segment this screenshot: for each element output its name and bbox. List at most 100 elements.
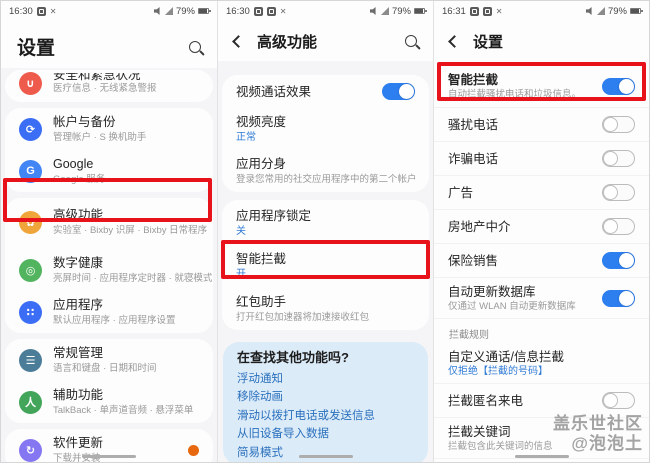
row-subtitle: 拦截包含此关键词的信息 — [448, 441, 553, 452]
insurance-sales-toggle[interactable] — [602, 252, 635, 269]
setting-row-smart-block-master[interactable]: 智能拦截 自动拦截骚扰电话和垃圾信息。 — [434, 65, 649, 108]
card-video-group: 视频通话效果 视频亮度 正常 应用分身 登录您常用的社交应用程序中的第二个帐户 — [222, 75, 429, 192]
signal-icon — [596, 7, 605, 15]
setting-row-block-keywords[interactable]: 拦截关键词 拦截包含此关键词的信息 — [434, 418, 649, 459]
setting-row-ads[interactable]: 广告 — [434, 176, 649, 210]
item-title: 高级功能 — [53, 208, 104, 222]
ads-toggle[interactable] — [602, 184, 635, 201]
link-remove-animations[interactable]: 移除动画 — [237, 391, 414, 403]
settings-item-digital-wellbeing[interactable]: ◎ 数字健康 亮屏时间 · 应用程序定时器 · 就寝模式 — [5, 246, 213, 291]
google-icon: G — [19, 159, 42, 183]
real-estate-toggle[interactable] — [602, 218, 635, 235]
row-title: 智能拦截 — [236, 252, 287, 266]
update-badge — [188, 444, 199, 456]
row-value: 关 — [236, 226, 246, 237]
setting-row-block-anonymous[interactable]: 拦截匿名来电 — [434, 384, 649, 418]
row-subtitle: 自动拦截骚扰电话和垃圾信息。 — [448, 89, 582, 100]
status-bar: 16:30 ✕ 79% — [218, 1, 433, 21]
settings-item-advanced-features[interactable]: ✿ 高级功能 实验室 · Bixby 识屏 · Bixby 日常程序 — [5, 198, 213, 246]
data-saver-icon: ✕ — [49, 6, 57, 16]
advanced-features-icon: ✿ — [19, 210, 42, 234]
back-icon[interactable] — [232, 34, 245, 48]
setting-row-app-lock[interactable]: 应用程序锁定 关 — [222, 200, 429, 244]
accounts-backup-icon: ⟳ — [19, 117, 42, 141]
item-title: 安全和紧急状况 — [53, 72, 141, 81]
item-title: 数字健康 — [53, 256, 104, 270]
mute-icon — [153, 7, 160, 15]
home-indicator[interactable] — [82, 455, 136, 458]
home-indicator[interactable] — [298, 455, 353, 458]
page-header: 设置 — [1, 21, 217, 68]
row-title: 保险销售 — [448, 253, 499, 268]
fraud-calls-toggle[interactable] — [602, 150, 635, 167]
setting-row-block-schedule[interactable]: 指定拦截时段 — [434, 459, 649, 462]
suggestions-title: 在查找其他功能吗? — [237, 350, 349, 365]
link-floating-notifications[interactable]: 浮动通知 — [237, 373, 414, 385]
setting-row-video-brightness[interactable]: 视频亮度 正常 — [222, 108, 429, 150]
status-time: 16:31 — [442, 5, 466, 17]
apps-icon: ∷ — [19, 300, 42, 324]
signal-icon — [164, 7, 173, 15]
card-safety: ∪ 安全和紧急状况 医疗信息 · 无线紧急警报 — [5, 70, 213, 102]
video-call-effects-toggle[interactable] — [382, 83, 415, 100]
item-title: 辅助功能 — [53, 388, 104, 402]
status-time: 16:30 — [226, 5, 250, 17]
item-subtitle: 管理帐户 · S 换机助手 — [53, 132, 147, 143]
row-title: 房地产中介 — [448, 219, 511, 234]
item-subtitle: 医疗信息 · 无线紧急警报 — [53, 82, 157, 94]
row-value: 仅拒绝【拦截的号码】 — [448, 366, 548, 377]
home-indicator[interactable] — [514, 455, 569, 458]
panel-advanced-features: 16:30 ✕ 79% 高级功能 视频通话效果 视频亮度 正常 应用分身 登录您… — [217, 1, 433, 462]
search-icon[interactable] — [405, 35, 417, 47]
notification-app-icon — [266, 6, 276, 16]
block-anonymous-toggle[interactable] — [602, 392, 635, 409]
setting-row-custom-block[interactable]: 自定义通话/信息拦截 仅拒绝【拦截的号码】 — [434, 344, 649, 384]
screenshot-icon — [469, 6, 479, 16]
setting-row-real-estate[interactable]: 房地产中介 — [434, 210, 649, 244]
digital-wellbeing-icon: ◎ — [19, 258, 42, 282]
item-subtitle: 语言和键盘 · 日期和时间 — [53, 363, 157, 374]
row-subtitle: 登录您常用的社交应用程序中的第二个帐户 — [236, 174, 417, 185]
item-title: 常规管理 — [53, 346, 104, 360]
link-swipe-to-call[interactable]: 滑动以拨打电话或发送信息 — [237, 410, 414, 422]
card-general-group: ☰ 常规管理 语言和键盘 · 日期和时间 人 辅助功能 TalkBack · 单… — [5, 339, 213, 423]
item-subtitle: Google 服务 — [53, 174, 106, 185]
setting-row-insurance-sales[interactable]: 保险销售 — [434, 244, 649, 278]
setting-row-red-packet-helper[interactable]: 红包助手 打开红包加速器将加速接收红包 — [222, 288, 429, 330]
smart-block-toggle[interactable] — [602, 78, 635, 95]
link-import-old-device[interactable]: 从旧设备导入数据 — [237, 428, 414, 440]
settings-item-general-management[interactable]: ☰ 常规管理 语言和键盘 · 日期和时间 — [5, 339, 213, 381]
mute-icon — [585, 7, 592, 15]
settings-item-accounts-backup[interactable]: ⟳ 帐户与备份 管理帐户 · S 换机助手 — [5, 108, 213, 150]
battery-icon — [198, 8, 211, 14]
status-bar: 16:30 ✕ 79% — [1, 1, 217, 21]
settings-item-google[interactable]: G Google Google 服务 — [5, 150, 213, 192]
search-icon[interactable] — [189, 40, 201, 53]
page-title: 设置 — [17, 38, 56, 59]
settings-item-accessibility[interactable]: 人 辅助功能 TalkBack · 单声道音频 · 悬浮菜单 — [5, 381, 213, 423]
row-subtitle: 仅通过 WLAN 自动更新数据库 — [448, 301, 576, 312]
setting-row-auto-update-db[interactable]: 自动更新数据库 仅通过 WLAN 自动更新数据库 — [434, 278, 649, 319]
nuisance-calls-toggle[interactable] — [602, 116, 635, 133]
setting-row-fraud-calls[interactable]: 诈骗电话 — [434, 142, 649, 176]
setting-row-nuisance-calls[interactable]: 骚扰电话 — [434, 108, 649, 142]
row-title: 红包助手 — [236, 295, 287, 309]
panel-settings-root: 16:30 ✕ 79% 设置 ∪ 安全和紧急状况 医疗信息 · 无线紧急警报 ⟳… — [1, 1, 217, 462]
screenshot-collage: 16:30 ✕ 79% 设置 ∪ 安全和紧急状况 医疗信息 · 无线紧急警报 ⟳… — [0, 0, 650, 463]
item-subtitle: 默认应用程序 · 应用程序设置 — [53, 315, 176, 326]
setting-row-dual-messenger[interactable]: 应用分身 登录您常用的社交应用程序中的第二个帐户 — [222, 150, 429, 192]
settings-item-apps[interactable]: ∷ 应用程序 默认应用程序 · 应用程序设置 — [5, 291, 213, 333]
item-subtitle: 实验室 · Bixby 识屏 · Bixby 日常程序 — [53, 225, 208, 236]
item-title: 软件更新 — [53, 436, 104, 450]
setting-row-smart-block[interactable]: 智能拦截 开 — [222, 244, 429, 288]
row-title: 视频亮度 — [236, 115, 287, 129]
status-bar: 16:31 ✕ 79% — [434, 1, 649, 21]
setting-row-video-call-effects[interactable]: 视频通话效果 — [222, 75, 429, 108]
auto-update-db-toggle[interactable] — [602, 290, 635, 307]
row-title: 自定义通话/信息拦截 — [448, 350, 564, 364]
item-subtitle: TalkBack · 单声道音频 · 悬浮菜单 — [53, 405, 194, 416]
item-subtitle: 亮屏时间 · 应用程序定时器 · 就寝模式 — [53, 273, 213, 284]
back-icon[interactable] — [448, 34, 461, 48]
settings-item-safety[interactable]: ∪ 安全和紧急状况 医疗信息 · 无线紧急警报 — [5, 70, 213, 102]
row-value: 正常 — [236, 132, 256, 143]
